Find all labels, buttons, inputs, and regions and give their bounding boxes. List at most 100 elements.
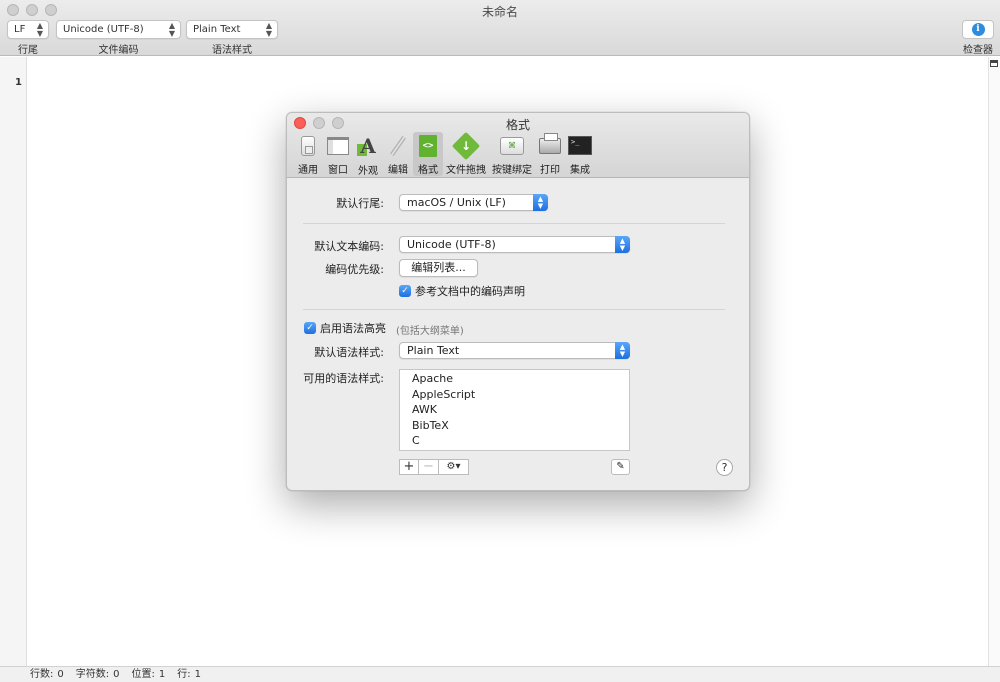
default-encoding-value: Unicode (UTF-8) <box>407 238 496 251</box>
enable-syntax-label: 启用语法高亮 <box>320 322 386 335</box>
tab-label: 窗口 <box>328 165 348 176</box>
remove-syntax-button[interactable]: − <box>419 459 439 475</box>
line-ending-popup[interactable]: LF ▲ ▼ <box>7 20 49 39</box>
line-ending-label: 行尾 <box>18 45 38 56</box>
edit-syntax-button[interactable]: ✎ <box>611 459 630 475</box>
position-label: 位置: <box>131 669 155 680</box>
line-number: 1 <box>15 77 22 88</box>
available-syntax-label: 可用的语法样式: <box>303 372 384 385</box>
keyboard-icon: ⌘ <box>500 134 524 157</box>
terminal-icon: >_ <box>568 134 592 157</box>
code-format-icon: <> <box>416 134 440 157</box>
inspector-button[interactable]: i <box>962 20 994 39</box>
preferences-toolbar: 格式 通用 窗口 A 外观 编辑 <> 格式 ↓ 文件拖拽 ⌘ 按键绑定 打印 … <box>287 113 749 178</box>
tab-label: 文件拖拽 <box>446 165 486 176</box>
refer-encoding-checkbox[interactable]: ✓ 参考文档中的编码声明 <box>399 283 525 299</box>
tab-appearance[interactable]: A 外观 <box>353 132 383 177</box>
syntax-group: Plain Text ▲ ▼ 语法样式 <box>186 20 278 56</box>
tab-label: 编辑 <box>388 165 408 176</box>
edit-list-button[interactable]: 编辑列表... <box>399 259 478 277</box>
default-syntax-value: Plain Text <box>407 344 460 357</box>
refer-encoding-label: 参考文档中的编码声明 <box>415 285 525 298</box>
tab-print[interactable]: 打印 <box>535 132 565 176</box>
encoding-group: Unicode (UTF-8) ▲ ▼ 文件编码 <box>56 20 181 56</box>
default-encoding-select[interactable]: Unicode (UTF-8) ▲ ▼ <box>399 236 630 253</box>
select-arrows-icon: ▲ ▼ <box>615 342 630 359</box>
appearance-icon: A <box>360 134 376 158</box>
chars-value: 0 <box>113 669 120 680</box>
default-encoding-label: 默认文本编码: <box>314 240 384 253</box>
chars-label: 字符数: <box>75 669 110 680</box>
list-item[interactable]: BibTeX <box>412 418 629 434</box>
prefs-tabs: 通用 窗口 A 外观 编辑 <> 格式 ↓ 文件拖拽 ⌘ 按键绑定 打印 >_ … <box>293 131 595 177</box>
default-line-ending-label: 默认行尾: <box>336 197 384 210</box>
tab-label: 格式 <box>418 165 438 176</box>
select-arrows-icon: ▲ ▼ <box>615 236 630 253</box>
printer-icon <box>538 132 562 157</box>
window-titlebar: 未命名 LF ▲ ▼ 行尾 Unicode (UTF-8) ▲ ▼ 文件编码 Pla… <box>0 0 1000 56</box>
file-drop-icon: ↓ <box>451 131 481 160</box>
tab-format[interactable]: <> 格式 <box>413 132 443 176</box>
popup-arrows-icon: ▲ ▼ <box>36 20 43 38</box>
info-icon: i <box>971 23 985 36</box>
default-syntax-label: 默认语法样式: <box>314 346 384 359</box>
line-number-gutter: 1 <box>0 57 27 666</box>
tab-label: 集成 <box>570 165 590 176</box>
window-title: 未命名 <box>481 5 518 19</box>
select-arrows-icon: ▲ ▼ <box>533 194 548 211</box>
pencil-icon: ✎ <box>616 461 625 472</box>
list-item[interactable]: AWK <box>412 402 629 418</box>
checkmark-icon: ✓ <box>304 322 316 334</box>
line-ending-group: LF ▲ ▼ 行尾 <box>7 20 49 56</box>
inspector-label: 检查器 <box>963 45 993 56</box>
pencil-icon <box>386 134 410 157</box>
gear-menu-button[interactable]: ⚙▾ <box>439 459 469 475</box>
tab-label: 外观 <box>358 166 378 177</box>
syntax-label: 语法样式 <box>212 45 252 56</box>
switch-icon <box>296 134 320 157</box>
tab-integration[interactable]: >_ 集成 <box>565 132 595 176</box>
preferences-window: 格式 通用 窗口 A 外观 编辑 <> 格式 ↓ 文件拖拽 ⌘ 按键绑定 打印 … <box>286 112 750 491</box>
default-line-ending-select[interactable]: macOS / Unix (LF) ▲ ▼ <box>399 194 548 211</box>
available-syntax-list[interactable]: Apache AppleScript AWK BibTeX C <box>399 369 630 451</box>
enable-syntax-checkbox[interactable]: ✓ 启用语法高亮 <box>304 320 386 336</box>
tab-label: 按键绑定 <box>492 165 532 176</box>
tab-label: 通用 <box>298 165 318 176</box>
lines-value: 0 <box>57 669 64 680</box>
tab-file-drop[interactable]: ↓ 文件拖拽 <box>443 131 489 176</box>
tab-general[interactable]: 通用 <box>293 132 323 176</box>
divider <box>303 309 725 310</box>
row-value: 1 <box>194 669 201 680</box>
list-item[interactable]: Apache <box>412 371 629 387</box>
tab-key-bindings[interactable]: ⌘ 按键绑定 <box>489 132 535 176</box>
encoding-priority-label: 编码优先级: <box>325 263 384 276</box>
add-syntax-button[interactable]: + <box>399 459 419 475</box>
split-view-icon[interactable] <box>990 60 998 67</box>
popup-arrows-icon: ▲ ▼ <box>265 20 272 38</box>
vertical-scrollbar[interactable] <box>988 57 1000 666</box>
popup-arrows-icon: ▲ ▼ <box>168 20 175 38</box>
syntax-value: Plain Text <box>193 24 241 35</box>
encoding-value: Unicode (UTF-8) <box>63 24 144 35</box>
default-line-ending-value: macOS / Unix (LF) <box>407 196 506 209</box>
list-item[interactable]: C <box>412 433 629 449</box>
syntax-popup[interactable]: Plain Text ▲ ▼ <box>186 20 278 39</box>
list-item[interactable]: AppleScript <box>412 387 629 403</box>
gear-icon: ⚙▾ <box>446 461 461 472</box>
tab-window[interactable]: 窗口 <box>323 132 353 176</box>
default-syntax-select[interactable]: Plain Text ▲ ▼ <box>399 342 630 359</box>
syntax-list-controls: + − ⚙▾ <box>399 459 469 475</box>
encoding-label: 文件编码 <box>98 45 139 56</box>
prefs-title: 格式 <box>505 118 530 132</box>
tab-label: 打印 <box>540 165 560 176</box>
checkmark-icon: ✓ <box>399 285 411 297</box>
help-button[interactable]: ? <box>716 459 733 476</box>
syntax-hint: (包括大纲菜单) <box>396 326 464 337</box>
tab-edit[interactable]: 编辑 <box>383 132 413 176</box>
lines-label: 行数: <box>30 669 54 680</box>
divider <box>303 223 725 224</box>
inspector-group: i 检查器 <box>962 20 994 56</box>
row-label: 行: <box>177 669 191 680</box>
encoding-popup[interactable]: Unicode (UTF-8) ▲ ▼ <box>56 20 181 39</box>
window-icon <box>326 134 350 157</box>
